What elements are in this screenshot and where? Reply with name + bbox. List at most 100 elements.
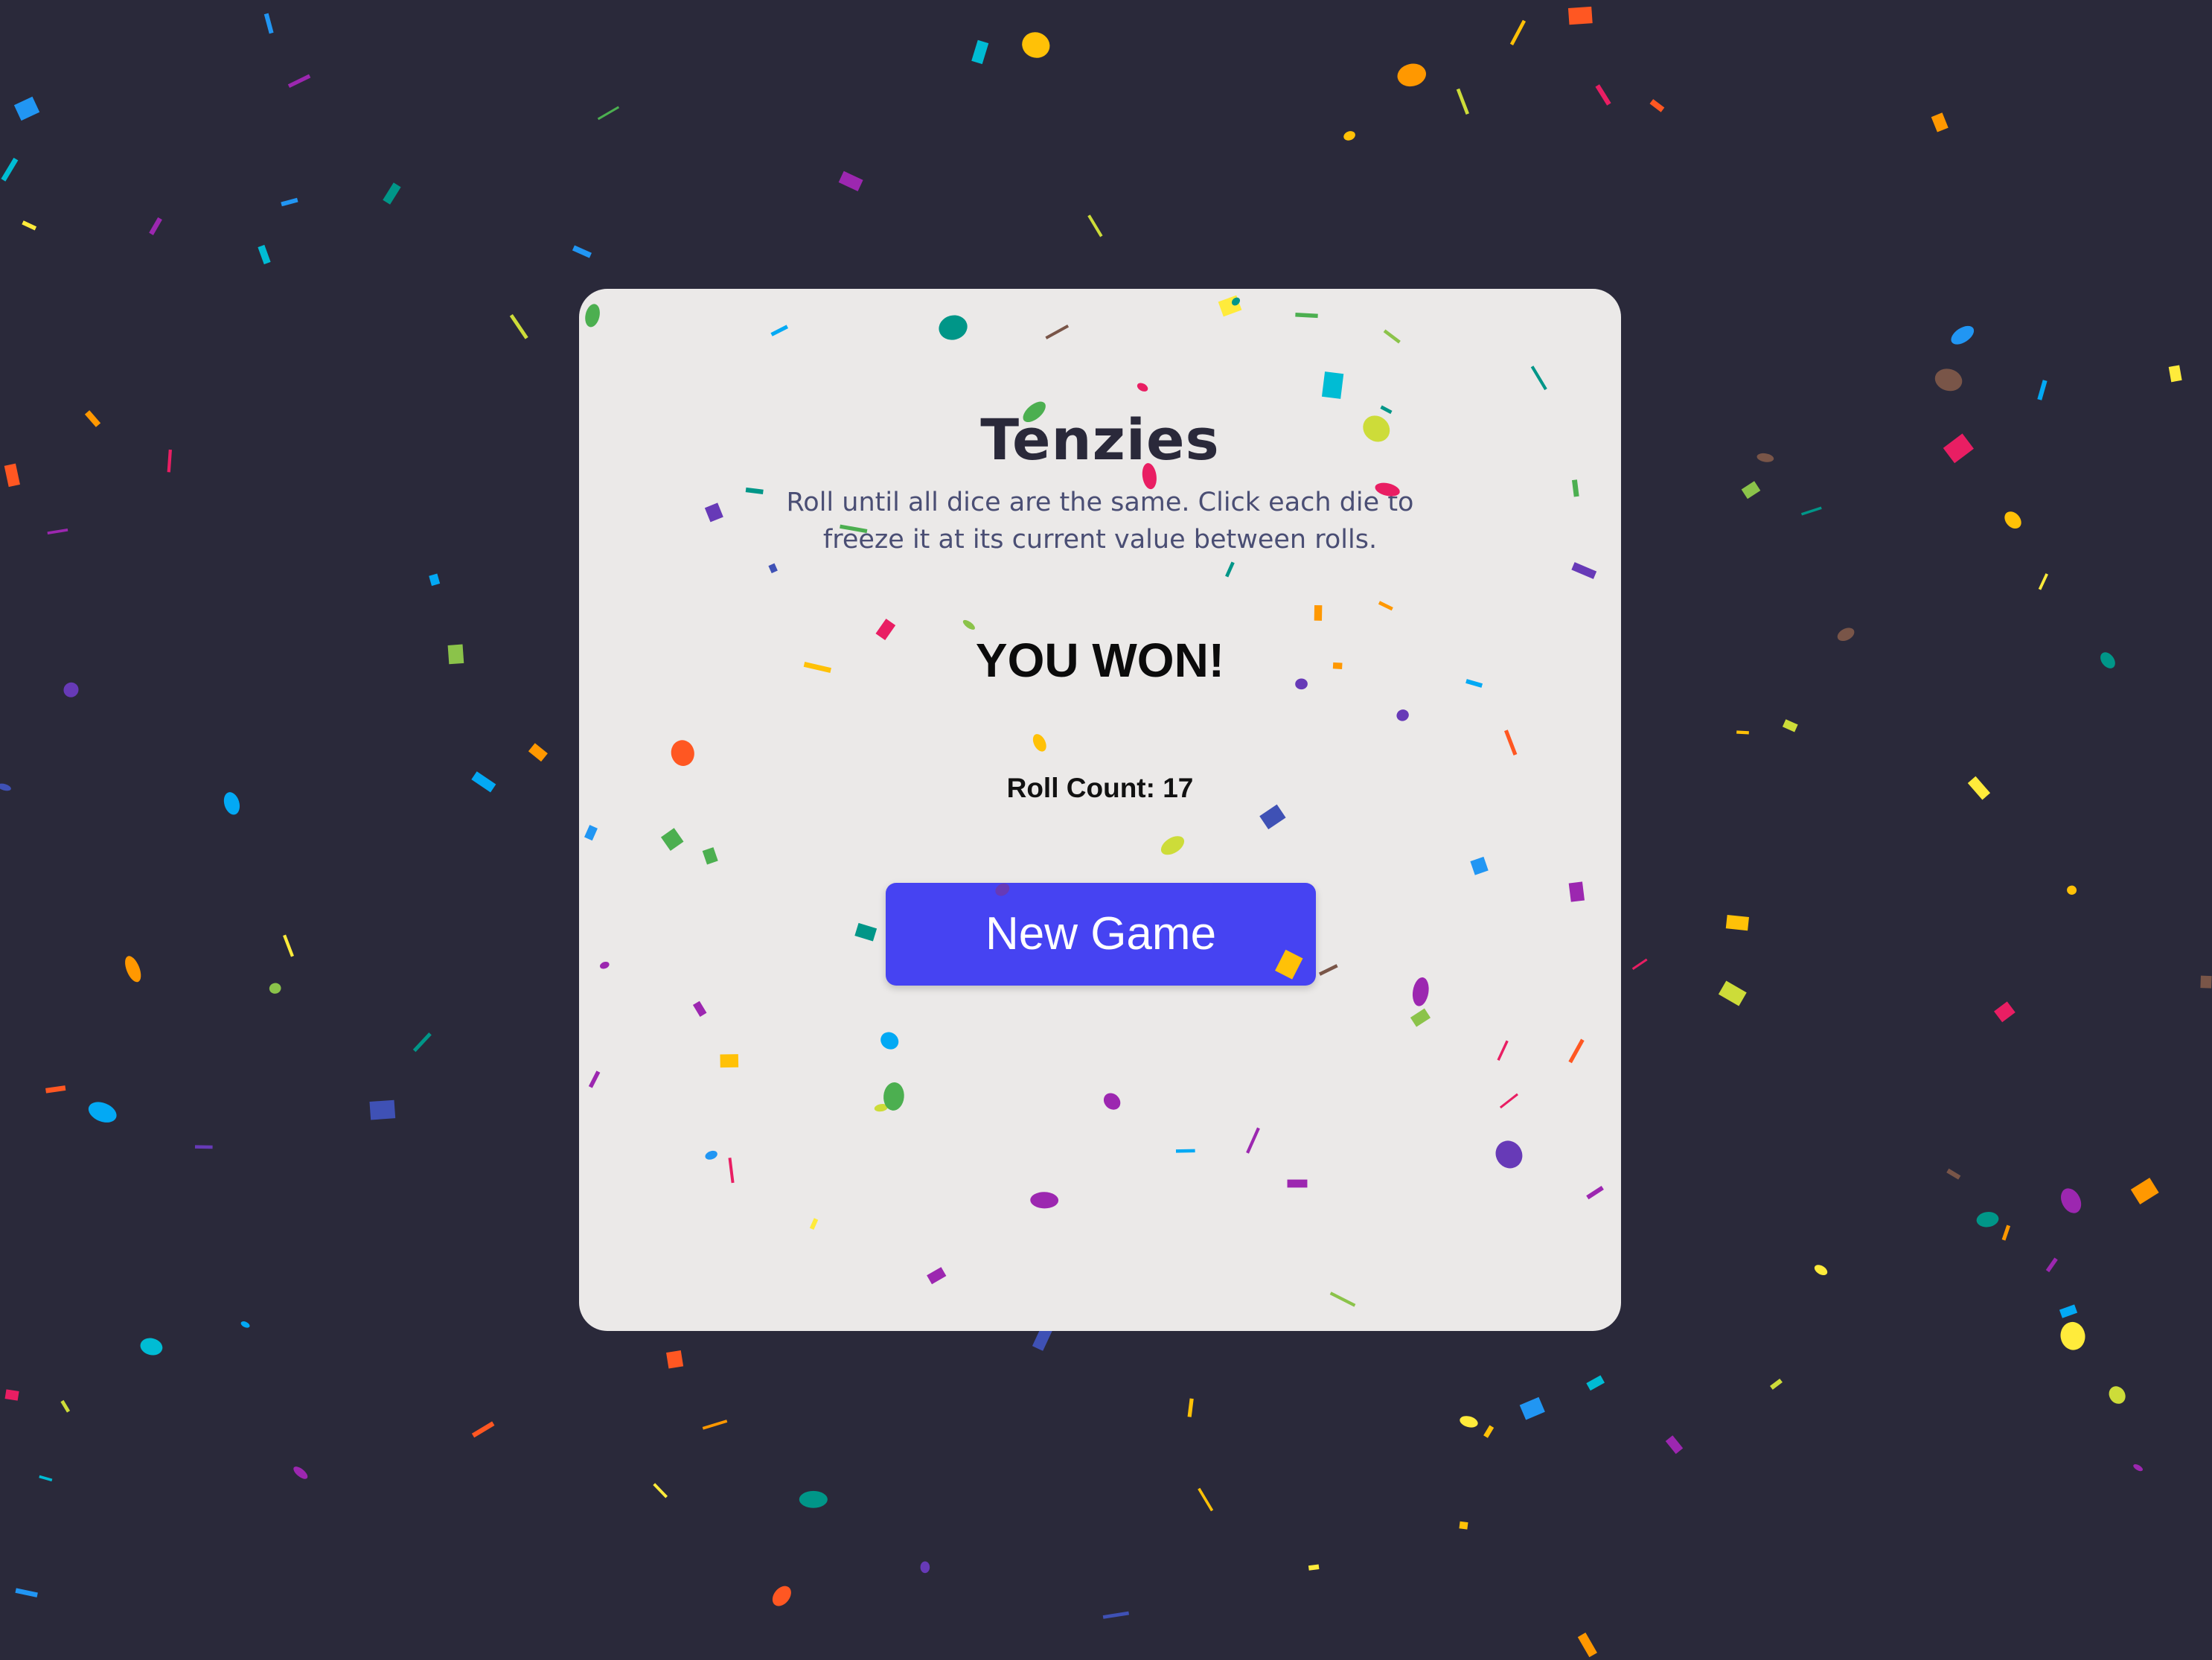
confetti-piece (1198, 1487, 1214, 1512)
confetti-piece (1397, 63, 1426, 87)
confetti-piece (572, 245, 592, 258)
confetti-piece (1718, 980, 1747, 1006)
confetti-piece (2061, 1188, 2082, 1213)
confetti-piece (1782, 719, 1798, 732)
confetti-piece (653, 1483, 668, 1498)
confetti-piece (269, 983, 281, 994)
confetti-piece (1814, 1265, 1828, 1275)
confetti-piece (597, 106, 620, 121)
confetti-piece (799, 1490, 828, 1508)
roll-count-value: 17 (1163, 773, 1194, 803)
confetti-piece (140, 1338, 163, 1356)
confetti-piece (293, 1466, 308, 1479)
confetti-piece (240, 1321, 250, 1328)
confetti-piece (369, 1099, 396, 1120)
page-title: Tenzies (980, 406, 1220, 473)
confetti-piece (1951, 325, 1975, 345)
confetti-piece (281, 197, 298, 207)
confetti-piece (1800, 506, 1822, 516)
confetti-piece (1308, 1564, 1320, 1571)
confetti-piece (39, 1475, 53, 1482)
confetti-piece (2004, 511, 2021, 529)
roll-count: Roll Count: 17 (579, 773, 1621, 804)
confetti-piece (1459, 1521, 1468, 1530)
confetti-piece (1934, 368, 1963, 392)
confetti-piece (1595, 84, 1611, 106)
roll-count-label: Roll Count: (1006, 773, 1155, 803)
confetti-piece (2038, 573, 2048, 590)
confetti-piece (2060, 1321, 2085, 1350)
confetti-piece (2200, 975, 2212, 989)
confetti-piece (1741, 481, 1761, 499)
win-status: YOU WON! (975, 633, 1225, 687)
confetti-piece (263, 13, 274, 34)
confetti-piece (509, 313, 528, 339)
confetti-piece (1460, 1416, 1478, 1428)
confetti-piece (1577, 1632, 1597, 1658)
confetti-piece (528, 743, 548, 762)
confetti-piece (2045, 1257, 2058, 1273)
confetti-piece (2001, 1225, 2011, 1241)
confetti-piece (2059, 1304, 2078, 1318)
confetti-piece (4, 463, 20, 488)
confetti-piece (1976, 1212, 1999, 1228)
confetti-piece (1087, 214, 1103, 237)
confetti-piece (1757, 453, 1774, 462)
confetti-piece (47, 528, 68, 534)
confetti-piece (1943, 433, 1974, 464)
confetti-piece (84, 410, 101, 427)
confetti-piece (1456, 88, 1469, 115)
confetti-piece (383, 182, 401, 205)
game-card: Tenzies Roll until all dice are the same… (579, 289, 1621, 1331)
confetti-piece (4, 1389, 19, 1401)
confetti-piece (167, 449, 172, 473)
confetti-piece (258, 244, 271, 265)
confetti-piece (125, 956, 141, 983)
confetti-piece (15, 1588, 38, 1597)
app-screen: Tenzies Roll until all dice are the same… (0, 0, 2212, 1660)
new-game-button[interactable]: New Game (886, 883, 1316, 986)
confetti-piece (1631, 958, 1648, 970)
confetti-piece (22, 220, 37, 231)
confetti-piece (471, 771, 496, 793)
confetti-piece (60, 1399, 71, 1413)
confetti-piece (1736, 730, 1749, 735)
confetti-piece (1, 157, 19, 182)
confetti-piece (1343, 131, 1355, 141)
confetti-piece (772, 1586, 791, 1606)
confetti-piece (1725, 914, 1749, 931)
confetti-piece (666, 1350, 684, 1369)
confetti-piece (1509, 19, 1527, 45)
confetti-piece (2130, 1178, 2159, 1204)
confetti-piece (63, 682, 79, 697)
confetti-piece (1022, 32, 1050, 58)
confetti-piece (194, 1145, 213, 1149)
confetti-piece (2037, 380, 2048, 400)
confetti-piece (1665, 1435, 1684, 1455)
confetti-piece (2133, 1464, 2144, 1472)
confetti-piece (1102, 1611, 1130, 1619)
confetti-piece (287, 74, 311, 89)
confetti-piece (1483, 1425, 1495, 1438)
confetti-piece (1770, 1378, 1783, 1390)
confetti-piece (45, 1085, 66, 1094)
confetti-piece (1567, 6, 1593, 25)
confetti-piece (838, 170, 863, 191)
confetti-piece (429, 573, 441, 587)
confetti-piece (2168, 365, 2182, 383)
confetti-piece (920, 1561, 930, 1574)
confetti-piece (1967, 776, 1991, 800)
confetti-piece (88, 1102, 117, 1123)
confetti-piece (1187, 1398, 1194, 1417)
confetti-piece (1649, 99, 1665, 112)
confetti-piece (13, 96, 40, 121)
confetti-piece (1586, 1375, 1605, 1391)
confetti-piece (1931, 112, 1949, 133)
confetti-piece (971, 39, 989, 65)
confetti-piece (1519, 1396, 1545, 1420)
confetti-piece (1837, 628, 1855, 642)
confetti-piece (1994, 1001, 2016, 1023)
confetti-piece (1946, 1168, 1961, 1180)
confetti-piece (702, 1420, 728, 1430)
confetti-piece (2100, 652, 2115, 668)
